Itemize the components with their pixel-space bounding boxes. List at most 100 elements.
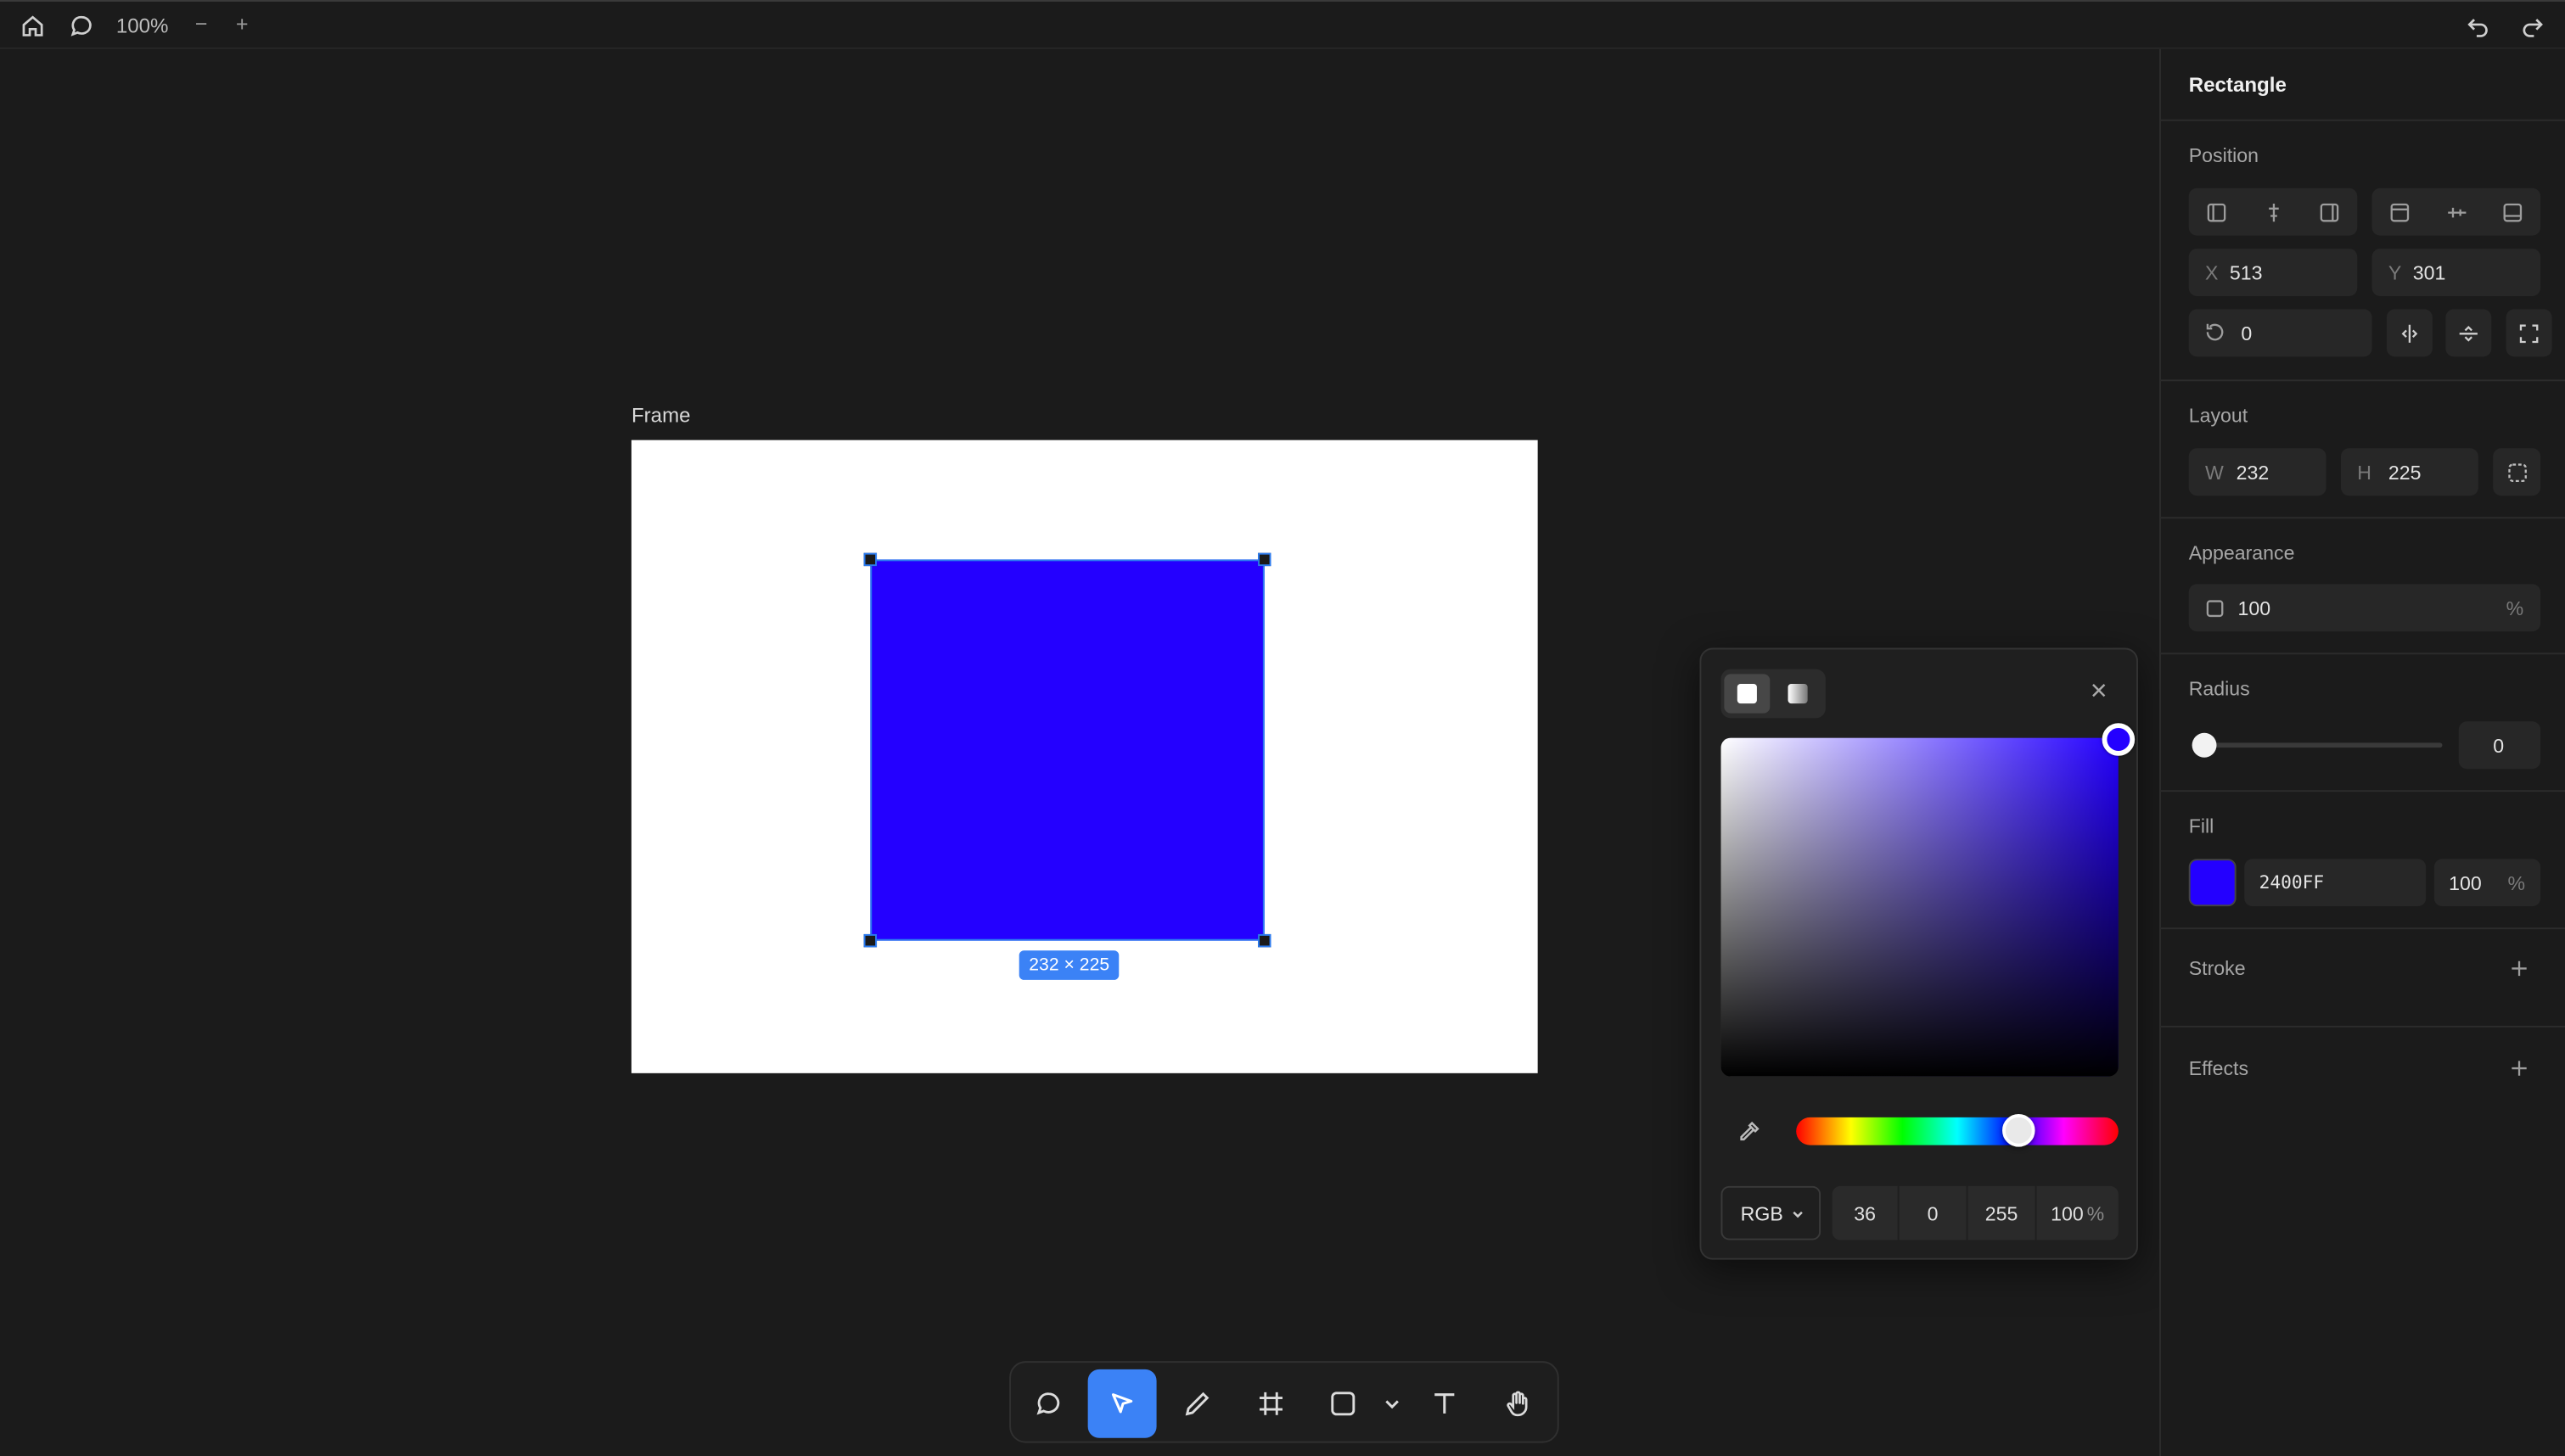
zoom-out-button[interactable]: − bbox=[190, 11, 213, 36]
h-value: 225 bbox=[2388, 461, 2422, 484]
panel-title: Rectangle bbox=[2188, 73, 2287, 97]
rectangle-icon bbox=[1328, 1389, 1358, 1419]
horizontal-align-group bbox=[2188, 188, 2358, 236]
y-key: Y bbox=[2388, 261, 2402, 285]
divider bbox=[2160, 119, 2565, 121]
frame-tool-button[interactable] bbox=[1237, 1369, 1305, 1438]
hue-slider-knob[interactable] bbox=[2002, 1114, 2035, 1147]
flip-horizontal-button[interactable] bbox=[2386, 309, 2433, 357]
align-top-icon[interactable] bbox=[2388, 201, 2411, 224]
align-middle-vertical-icon[interactable] bbox=[2445, 201, 2468, 224]
redo-icon[interactable] bbox=[2519, 13, 2545, 39]
hand-tool-button[interactable] bbox=[1484, 1369, 1552, 1438]
divider bbox=[2160, 517, 2565, 519]
w-key: W bbox=[2205, 461, 2224, 484]
add-stroke-icon[interactable] bbox=[2508, 957, 2531, 980]
fullscreen-button[interactable] bbox=[2506, 309, 2552, 357]
saturation-value-knob[interactable] bbox=[2102, 723, 2136, 756]
fill-opacity-field[interactable]: 100 % bbox=[2433, 859, 2541, 907]
properties-panel: Rectangle Position X 513 Y 301 0 Layout … bbox=[2159, 48, 2565, 1456]
green-input[interactable]: 0 bbox=[1900, 1185, 1968, 1240]
resize-handle-top-right[interactable] bbox=[1258, 552, 1271, 567]
color-mode-select[interactable]: RGB bbox=[1720, 1185, 1821, 1240]
home-icon[interactable] bbox=[20, 13, 46, 39]
comment-tool-button[interactable] bbox=[1014, 1369, 1083, 1438]
appearance-section-label: Appearance bbox=[2188, 541, 2295, 565]
eyedropper-icon[interactable] bbox=[1736, 1119, 1762, 1145]
chevron-down-icon bbox=[1383, 1394, 1402, 1414]
align-bottom-icon[interactable] bbox=[2501, 201, 2524, 224]
flip-horizontal-icon bbox=[2398, 322, 2421, 345]
unlink-icon bbox=[2506, 462, 2529, 484]
opacity-unit: % bbox=[2506, 596, 2524, 620]
rectangle-tool-button[interactable] bbox=[1309, 1369, 1378, 1438]
width-field[interactable]: W 232 bbox=[2188, 448, 2326, 496]
add-effect-icon[interactable] bbox=[2508, 1057, 2531, 1080]
color-picker: RGB 36 0 255 100% bbox=[1699, 647, 2138, 1260]
comment-icon[interactable] bbox=[69, 13, 95, 39]
rotation-field[interactable]: 0 bbox=[2188, 309, 2372, 357]
align-left-icon[interactable] bbox=[2205, 201, 2228, 224]
blue-input[interactable]: 255 bbox=[1968, 1185, 2037, 1240]
bottom-toolbar bbox=[1009, 1361, 1559, 1443]
close-icon[interactable] bbox=[2087, 679, 2110, 702]
alpha-value: 100 bbox=[2051, 1201, 2084, 1225]
undo-icon[interactable] bbox=[2465, 13, 2491, 39]
divider bbox=[2160, 790, 2565, 792]
resize-handle-top-left[interactable] bbox=[863, 552, 878, 567]
radius-value: 0 bbox=[2493, 734, 2505, 758]
align-center-horizontal-icon[interactable] bbox=[2262, 201, 2285, 224]
resize-handle-bottom-left[interactable] bbox=[863, 933, 878, 948]
x-key: X bbox=[2205, 261, 2219, 285]
fill-opacity-unit: % bbox=[2507, 871, 2526, 895]
size-badge: 232 × 225 bbox=[1019, 950, 1120, 980]
solid-fill-icon bbox=[1737, 683, 1757, 704]
saturation-value-area[interactable] bbox=[1720, 737, 2119, 1077]
layout-section-label: Layout bbox=[2188, 404, 2248, 428]
red-input[interactable]: 36 bbox=[1833, 1185, 1900, 1240]
radius-field[interactable]: 0 bbox=[2458, 721, 2541, 770]
x-position-field[interactable]: X 513 bbox=[2188, 249, 2358, 296]
frame-label[interactable]: Frame bbox=[631, 404, 691, 427]
constrain-proportions-button[interactable] bbox=[2493, 448, 2541, 496]
divider bbox=[2160, 927, 2565, 930]
hand-icon bbox=[1503, 1389, 1533, 1419]
pointer-icon bbox=[1108, 1389, 1137, 1419]
align-right-icon[interactable] bbox=[2318, 201, 2341, 224]
text-tool-button[interactable] bbox=[1410, 1369, 1479, 1438]
fill-hex-field[interactable]: 2400FF bbox=[2244, 859, 2427, 907]
zoom-in-button[interactable]: + bbox=[231, 11, 254, 36]
shape-menu-button[interactable] bbox=[1372, 1369, 1412, 1438]
solid-fill-button[interactable] bbox=[1724, 674, 1771, 714]
height-field[interactable]: H 225 bbox=[2340, 448, 2478, 496]
zoom-level[interactable]: 100% bbox=[116, 14, 169, 37]
y-value: 301 bbox=[2412, 261, 2446, 285]
rotate-icon bbox=[2203, 321, 2226, 344]
frame-icon bbox=[1256, 1389, 1286, 1419]
position-section-label: Position bbox=[2188, 143, 2259, 167]
alpha-unit: % bbox=[2086, 1201, 2105, 1225]
pen-tool-button[interactable] bbox=[1163, 1369, 1232, 1438]
stroke-section-label: Stroke bbox=[2188, 956, 2246, 980]
radius-slider-knob[interactable] bbox=[2192, 732, 2217, 758]
resize-handle-bottom-right[interactable] bbox=[1258, 933, 1271, 948]
fill-section-label: Fill bbox=[2188, 815, 2214, 838]
flip-vertical-button[interactable] bbox=[2445, 309, 2492, 357]
gradient-fill-icon bbox=[1788, 683, 1808, 704]
opacity-field[interactable]: 100 % bbox=[2188, 584, 2541, 632]
vertical-align-group bbox=[2371, 188, 2541, 236]
effects-section-label: Effects bbox=[2188, 1056, 2249, 1080]
text-icon bbox=[1429, 1389, 1459, 1419]
y-position-field[interactable]: Y 301 bbox=[2371, 249, 2541, 296]
comment-tool-icon bbox=[1034, 1389, 1064, 1419]
fill-color-swatch[interactable] bbox=[2188, 859, 2237, 907]
hue-slider[interactable] bbox=[1796, 1117, 2119, 1145]
divider bbox=[2160, 1025, 2565, 1028]
alpha-input[interactable]: 100% bbox=[2036, 1186, 2118, 1240]
h-key: H bbox=[2357, 461, 2371, 484]
divider bbox=[2160, 379, 2565, 382]
rectangle-shape[interactable] bbox=[870, 559, 1265, 941]
select-tool-button[interactable] bbox=[1087, 1369, 1157, 1438]
gradient-fill-button[interactable] bbox=[1775, 674, 1821, 713]
radius-slider-track[interactable] bbox=[2203, 742, 2443, 748]
